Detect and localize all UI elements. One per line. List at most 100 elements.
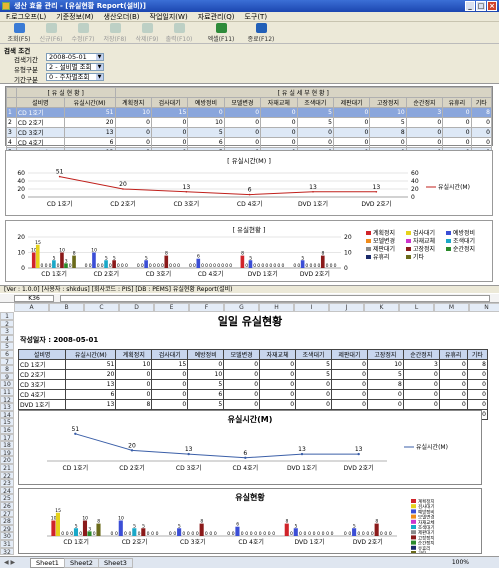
- column-header[interactable]: K: [364, 303, 399, 312]
- excel-button[interactable]: 엑셀(F11): [206, 23, 236, 43]
- grid-cell[interactable]: 6: [63, 137, 116, 148]
- excel-cell[interactable]: 0: [438, 389, 468, 400]
- grid-col-header[interactable]: 검사대기: [150, 97, 189, 108]
- excel-cell[interactable]: 8: [366, 379, 404, 390]
- grid-cell[interactable]: 0: [470, 127, 493, 138]
- excel-col-header[interactable]: 기타: [466, 349, 489, 360]
- row-header[interactable]: 14: [0, 410, 14, 419]
- grid-cell[interactable]: 0: [114, 117, 152, 128]
- row-header[interactable]: 24: [0, 486, 14, 495]
- grid-cell[interactable]: 0: [369, 137, 407, 148]
- grid-col-header[interactable]: 고장정지: [369, 97, 407, 108]
- grid-cell[interactable]: 0: [332, 107, 371, 118]
- excel-cell[interactable]: 3: [402, 359, 440, 370]
- excel-cell[interactable]: 0: [259, 369, 297, 380]
- menu-production-order[interactable]: 생산오더(B): [104, 12, 140, 21]
- grid-cell[interactable]: 0: [442, 127, 472, 138]
- grid-col-header[interactable]: 계획정지: [114, 97, 152, 108]
- save-button[interactable]: 저장(F8): [100, 23, 130, 43]
- excel-cell[interactable]: 13: [65, 399, 117, 410]
- grid-cell[interactable]: 0: [223, 107, 262, 118]
- type-select[interactable]: 2 - 설비별 조회 ▼: [46, 63, 104, 71]
- row-header[interactable]: 2: [0, 319, 14, 327]
- grid-cell[interactable]: 0: [296, 137, 334, 148]
- grid-cell[interactable]: 0: [260, 137, 298, 148]
- excel-cell[interactable]: 0: [295, 379, 332, 390]
- grid-cell[interactable]: 13: [63, 127, 116, 138]
- table-row[interactable]: 2 CD 2호기 20 0 0 10 0 0 5 0 5 0 0 0: [6, 117, 493, 128]
- grid-col-header[interactable]: 예방정비: [187, 97, 225, 108]
- excel-cell[interactable]: 0: [438, 359, 468, 370]
- edit-button[interactable]: 수정(F7): [68, 23, 98, 43]
- excel-col-header[interactable]: 자재교체: [259, 349, 297, 360]
- excel-cell[interactable]: 0: [151, 399, 189, 410]
- excel-cell[interactable]: 0: [466, 399, 489, 410]
- row-header[interactable]: 31: [0, 540, 14, 548]
- grid-cell[interactable]: 0: [260, 117, 298, 128]
- excel-cell[interactable]: 0: [466, 389, 489, 400]
- excel-col-header[interactable]: 유휴리: [438, 349, 468, 360]
- excel-row[interactable]: CD 4호기 6 0 0 6 0 0 0 0 0 0 0 0: [17, 389, 489, 400]
- column-header[interactable]: H: [259, 303, 294, 312]
- name-box[interactable]: K36: [14, 295, 54, 302]
- excel-cell[interactable]: 0: [115, 369, 153, 380]
- excel-cell[interactable]: 13: [65, 379, 117, 390]
- row-header[interactable]: 20: [0, 456, 14, 464]
- row-header[interactable]: 18: [0, 441, 14, 449]
- column-header[interactable]: J: [329, 303, 364, 312]
- excel-row[interactable]: CD 1호기 51 10 15 0 0 0 5 0 10 3 0 8: [17, 359, 489, 370]
- grid-cell[interactable]: 15: [150, 107, 189, 118]
- grid-cell[interactable]: 0: [470, 137, 493, 148]
- close-button[interactable]: ×: [487, 1, 497, 11]
- menu-tools[interactable]: 도구(T): [244, 12, 267, 21]
- grid-cell[interactable]: 0: [442, 117, 472, 128]
- excel-row[interactable]: CD 2호기 20 0 0 10 0 0 5 0 5 0 0 0: [17, 369, 489, 380]
- formula-input[interactable]: [60, 295, 490, 302]
- grid-col-header[interactable]: 설비명: [15, 97, 65, 108]
- excel-cell[interactable]: 0: [330, 379, 368, 390]
- grid-cell[interactable]: 0: [405, 137, 444, 148]
- maximize-button[interactable]: □: [476, 1, 486, 11]
- excel-cell[interactable]: 0: [151, 389, 189, 400]
- row-header[interactable]: 11: [0, 388, 14, 396]
- excel-cell[interactable]: 0: [223, 379, 261, 390]
- grid-cell[interactable]: 0: [260, 127, 298, 138]
- row-header[interactable]: 1: [0, 312, 14, 320]
- excel-cell[interactable]: 0: [223, 389, 261, 400]
- grid-cell[interactable]: 5: [296, 107, 334, 118]
- excel-cell[interactable]: 0: [259, 379, 297, 390]
- menu-data-management[interactable]: 자료관리(Q): [198, 12, 235, 21]
- grid-col-header[interactable]: 순간정지: [405, 97, 444, 108]
- row-header[interactable]: 8: [0, 365, 14, 373]
- grid-col-header[interactable]: 유휴리: [442, 97, 472, 108]
- excel-cell[interactable]: 0: [402, 399, 440, 410]
- row-header[interactable]: 22: [0, 471, 14, 479]
- excel-col-header[interactable]: 모델변경: [223, 349, 261, 360]
- row-header[interactable]: 27: [0, 509, 14, 517]
- grid-col-header[interactable]: 모델변경: [223, 97, 262, 108]
- tab-sheet2[interactable]: Sheet2: [64, 558, 99, 568]
- grid-col-header[interactable]: 자재교체: [260, 97, 298, 108]
- excel-cell[interactable]: 0: [330, 369, 368, 380]
- date-field[interactable]: 2008-05-01 ▼: [46, 53, 104, 61]
- grid-cell[interactable]: CD 3호기: [15, 127, 65, 138]
- excel-cell[interactable]: 0: [223, 399, 261, 410]
- grid-cell[interactable]: 8: [369, 127, 407, 138]
- excel-cell[interactable]: 10: [115, 359, 153, 370]
- row-header[interactable]: 16: [0, 426, 14, 434]
- column-header[interactable]: G: [224, 303, 259, 312]
- excel-col-header[interactable]: 유실시간(M): [65, 349, 117, 360]
- minimize-button[interactable]: _: [465, 1, 475, 11]
- excel-cell[interactable]: 0: [466, 379, 489, 390]
- excel-cell[interactable]: 0: [259, 389, 297, 400]
- menu-logoff[interactable]: F.로그오프(L): [6, 12, 46, 21]
- zoom-level[interactable]: 100%: [452, 559, 469, 566]
- excel-cell[interactable]: 0: [438, 379, 468, 390]
- excel-cell[interactable]: 0: [151, 369, 189, 380]
- excel-col-header[interactable]: 예방정비: [187, 349, 225, 360]
- delete-button[interactable]: 삭제(F9): [132, 23, 162, 43]
- excel-cell[interactable]: 51: [65, 359, 117, 370]
- row-header[interactable]: 26: [0, 502, 14, 510]
- excel-cell[interactable]: 20: [65, 369, 117, 380]
- excel-row[interactable]: CD 3호기 13 0 0 5 0 0 0 0 8 0 0 0: [17, 379, 489, 390]
